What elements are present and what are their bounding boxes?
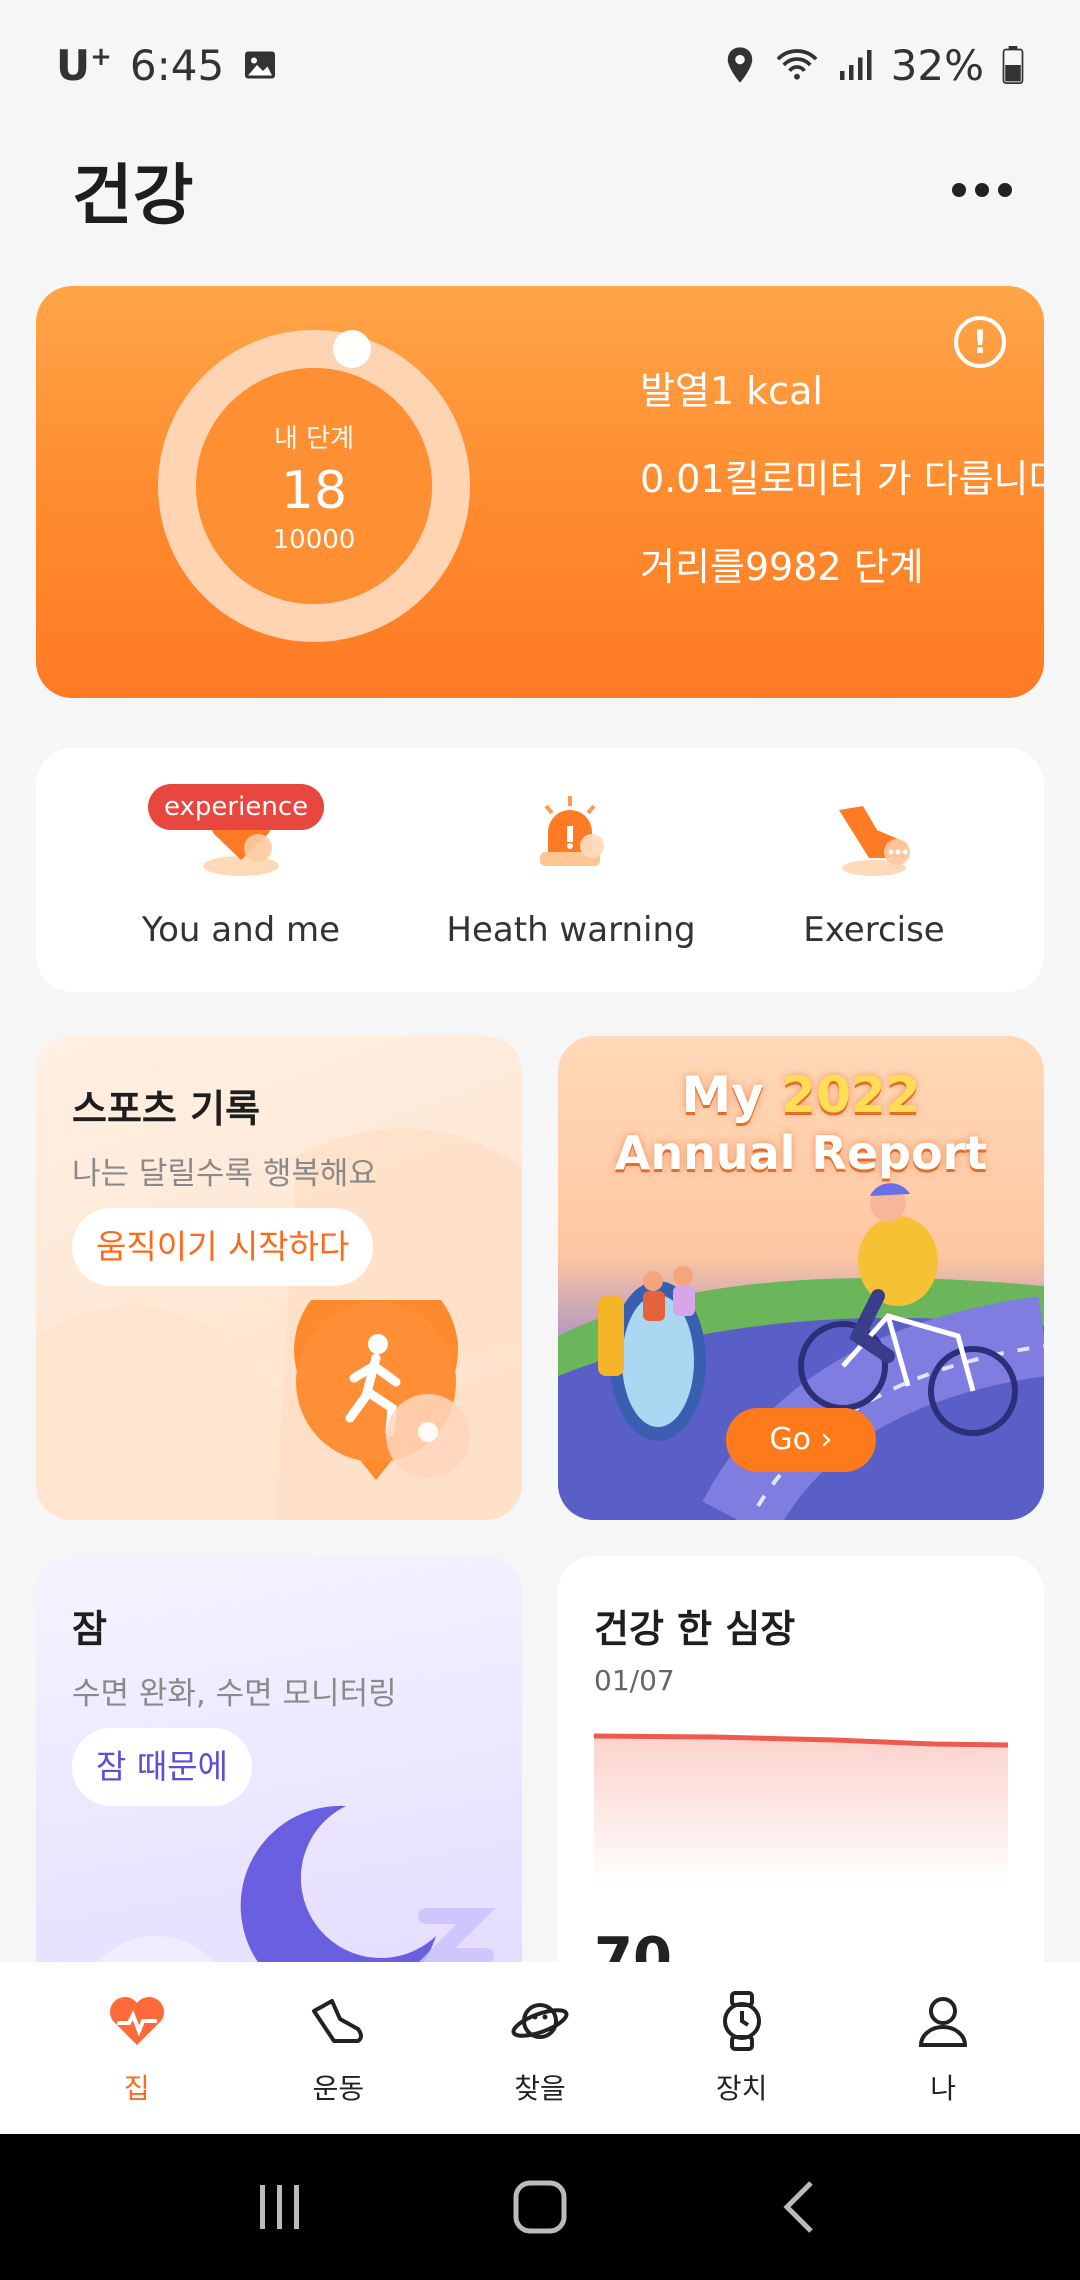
quick-action-exercise[interactable]: Exercise bbox=[744, 748, 1004, 992]
nav-label: 집 bbox=[123, 2072, 150, 2105]
watch-icon bbox=[722, 1991, 761, 2051]
location-icon bbox=[727, 47, 752, 83]
steps-stats: 발열1 kcal 0.01킬로미터 가 다릅니다 거리를9982 단계 bbox=[640, 369, 1044, 640]
gallery-icon bbox=[245, 51, 276, 79]
battery-percent: 32% bbox=[890, 40, 984, 90]
person-icon bbox=[919, 1997, 968, 2047]
nav-label: 장치 bbox=[715, 2072, 768, 2105]
more-dot-icon bbox=[975, 183, 989, 197]
nav-label: 나 bbox=[930, 2072, 957, 2105]
alarm-light-icon bbox=[526, 790, 616, 880]
app-header: 건강 bbox=[0, 130, 1080, 250]
nav-label: 운동 bbox=[312, 2072, 365, 2105]
nav-device[interactable]: 장치 bbox=[667, 1989, 817, 2107]
sneaker-icon bbox=[829, 790, 919, 880]
remaining-steps-stat: 거리를9982 단계 bbox=[640, 545, 924, 589]
sports-record-tile[interactable]: 스포츠 기록 나는 달릴수록 행복해요 움직이기 시작하다 bbox=[36, 1036, 522, 1520]
heart-title: 건강 한 심장 bbox=[594, 1607, 796, 1651]
experience-badge: experience bbox=[148, 784, 325, 830]
shoe-icon bbox=[312, 1999, 364, 2043]
back-button[interactable] bbox=[740, 2157, 860, 2257]
steps-label: 내 단계 bbox=[273, 423, 355, 454]
quick-action-label: You and me bbox=[141, 910, 341, 950]
quick-action-label: Exercise bbox=[803, 910, 945, 950]
status-left: U+ 6:45 bbox=[56, 41, 278, 90]
more-dot-icon bbox=[952, 183, 966, 197]
more-dot-icon bbox=[998, 183, 1012, 197]
calories-stat: 발열1 kcal bbox=[640, 369, 823, 413]
steps-ring: 내 단계 18 10000 bbox=[154, 326, 474, 646]
runner-pin-icon bbox=[294, 1300, 470, 1480]
nav-me[interactable]: 나 bbox=[868, 1989, 1018, 2107]
heart-rate-chart bbox=[594, 1733, 1008, 1886]
recent-apps-button[interactable] bbox=[220, 2157, 340, 2257]
steps-goal: 10000 bbox=[272, 524, 356, 555]
back-icon bbox=[783, 2181, 813, 2233]
system-navigation-bar bbox=[0, 2134, 1080, 2280]
recent-apps-icon bbox=[260, 2185, 299, 2229]
nav-label: 찾을 bbox=[514, 2072, 566, 2105]
more-options-button[interactable] bbox=[942, 163, 1022, 217]
battery-icon bbox=[1002, 46, 1024, 84]
quick-action-health-warning[interactable]: Heath warning bbox=[406, 748, 736, 992]
home-icon bbox=[513, 2180, 567, 2234]
quick-actions-card: You and me experience Heath warning Exer… bbox=[36, 748, 1044, 992]
sleep-title: 잠 bbox=[72, 1607, 107, 1651]
annual-report-banner[interactable]: My 2022 Annual Report Go › bbox=[558, 1036, 1044, 1520]
sports-subtitle: 나는 달릴수록 행복해요 bbox=[72, 1156, 377, 1192]
report-title-year: My 2022 bbox=[681, 1066, 921, 1124]
heart-pulse-icon bbox=[109, 1997, 164, 2045]
nav-discover[interactable]: 찾을 bbox=[465, 1989, 615, 2107]
sports-title: 스포츠 기록 bbox=[72, 1087, 261, 1131]
nav-home[interactable]: 집 bbox=[62, 1989, 212, 2107]
start-moving-button[interactable]: 움직이기 시작하다 bbox=[72, 1208, 374, 1286]
nav-exercise[interactable]: 운동 bbox=[263, 1989, 413, 2107]
sleep-button[interactable]: 잠 때문에 bbox=[72, 1728, 252, 1806]
heart-area bbox=[594, 1736, 1008, 1886]
signal-icon bbox=[839, 50, 872, 80]
heart-date: 01/07 bbox=[594, 1664, 675, 1697]
status-right: 32% bbox=[723, 41, 1024, 90]
status-bar: U+ 6:45 32% bbox=[0, 0, 1080, 130]
steps-card[interactable]: 내 단계 18 10000 ! 발열1 kcal 0.01킬로미터 가 다릅니다… bbox=[36, 286, 1044, 698]
quick-action-label: Heath warning bbox=[446, 910, 696, 950]
planet-icon bbox=[511, 2003, 569, 2039]
wifi-icon bbox=[776, 49, 818, 80]
page-title: 건강 bbox=[72, 157, 194, 234]
info-icon[interactable]: ! bbox=[954, 316, 1006, 368]
home-button[interactable] bbox=[480, 2157, 600, 2257]
clock: 6:45 bbox=[129, 40, 225, 90]
sleep-subtitle: 수면 완화, 수면 모니터링 bbox=[72, 1676, 397, 1712]
bottom-navigation: 집 운동 찾을 장치 나 bbox=[0, 1962, 1080, 2134]
distance-stat: 0.01킬로미터 가 다릅니다 bbox=[640, 457, 1044, 501]
carrier-label: U+ bbox=[56, 40, 112, 90]
report-go-button[interactable]: Go › bbox=[726, 1408, 876, 1472]
report-title-text: Annual Report bbox=[614, 1126, 988, 1180]
steps-count: 18 bbox=[280, 460, 348, 521]
